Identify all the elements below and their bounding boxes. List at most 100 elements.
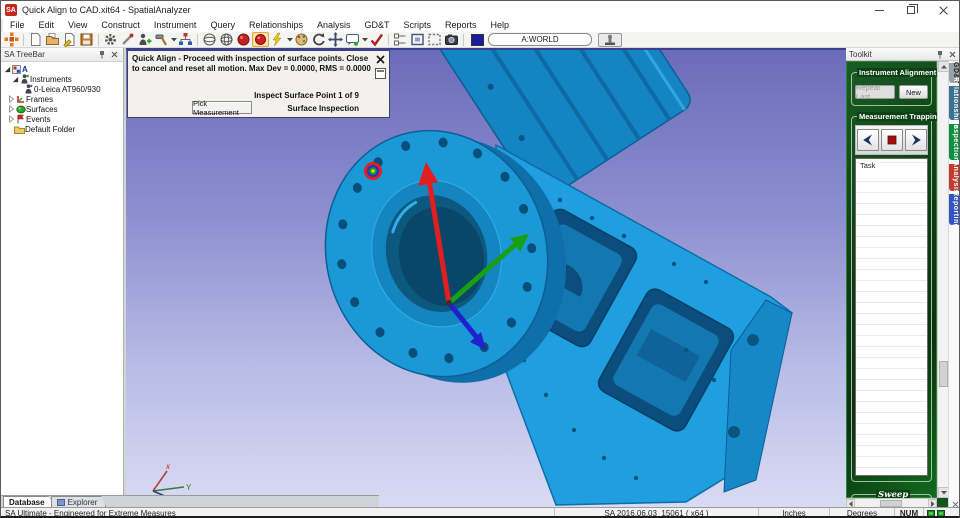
tab-database[interactable]: Database (3, 496, 54, 507)
toolbar-separator (98, 34, 99, 46)
add-instrument-button[interactable] (136, 32, 153, 47)
snapshot-camera-button[interactable] (443, 32, 460, 47)
next-measurement-button[interactable] (905, 129, 927, 151)
3d-viewport[interactable]: x Y Z Quick Align - Proceed with inspect… (126, 48, 846, 507)
new-file-icon (28, 32, 43, 47)
frames-icon (15, 95, 26, 104)
frame-selector[interactable]: A:WORLD (488, 33, 592, 46)
tree-item-frames[interactable]: Frames (1, 94, 123, 104)
menu-view[interactable]: View (61, 19, 94, 32)
wire-sphere-button[interactable] (201, 32, 218, 47)
tree-item-surfaces[interactable]: Surfaces (1, 104, 123, 114)
pan-view-button[interactable] (327, 32, 344, 47)
measure-point-button[interactable] (252, 32, 269, 47)
expander-expanded-icon[interactable] (3, 66, 11, 73)
callout-button[interactable] (344, 32, 361, 47)
tab-reporting[interactable]: Reporting (949, 194, 960, 225)
settings-button[interactable] (102, 32, 119, 47)
probe-tool-icon (120, 32, 135, 47)
menu-relationships[interactable]: Relationships (242, 19, 310, 32)
tab-explorer[interactable]: Explorer (51, 496, 107, 507)
pin-icon (98, 50, 106, 59)
tree-item-label: 0-Leica AT960/930 (34, 85, 101, 94)
pin-button[interactable] (934, 49, 945, 60)
import-file-icon (62, 32, 77, 47)
tab-inspection[interactable]: Inspection (949, 124, 960, 160)
menu-analysis[interactable]: Analysis (310, 19, 358, 32)
float-panel-button[interactable] (375, 68, 386, 79)
selection-box-icon (427, 32, 442, 47)
hierarchy-button[interactable] (177, 32, 194, 47)
measured-point-target (364, 162, 382, 180)
expander-expanded-icon[interactable] (11, 76, 19, 83)
toolbar-separator (388, 34, 389, 46)
tree-item-default-folder[interactable]: Default Folder (1, 124, 123, 134)
tree-item-instruments[interactable]: Instruments (1, 74, 123, 84)
tab-analysis[interactable]: Analysis (949, 164, 960, 191)
menu-scripts[interactable]: Scripts (397, 19, 439, 32)
user-options-button[interactable] (598, 33, 622, 47)
menu-reports[interactable]: Reports (438, 19, 484, 32)
open-file-button[interactable] (44, 32, 61, 47)
red-sphere-button[interactable] (235, 32, 252, 47)
sa-home-button[interactable] (3, 32, 20, 47)
close-button[interactable] (927, 1, 959, 19)
wire-globe-icon (219, 32, 234, 47)
expander-collapsed-icon[interactable] (7, 95, 15, 103)
minimize-button[interactable] (863, 1, 895, 19)
menu-help[interactable]: Help (484, 19, 517, 32)
menu-query[interactable]: Query (203, 19, 242, 32)
tree-item-events[interactable]: Events (1, 114, 123, 124)
verify-check-button[interactable] (368, 32, 385, 47)
quick-tools-dropdown[interactable] (286, 32, 293, 47)
save-file-button[interactable] (78, 32, 95, 47)
previous-measurement-button[interactable] (857, 129, 879, 151)
rotate-view-button[interactable] (310, 32, 327, 47)
build-tools-dropdown[interactable] (170, 32, 177, 47)
repeat-last-button[interactable]: Repeat Last (855, 85, 895, 99)
import-file-button[interactable] (61, 32, 78, 47)
new-file-button[interactable] (27, 32, 44, 47)
status-length-units[interactable]: Inches (758, 508, 829, 518)
right-tab-strip: GD&T Relationships Inspection Analysis R… (948, 61, 960, 507)
tree-item-a[interactable]: A (1, 64, 123, 74)
quick-tools-button[interactable] (269, 32, 286, 47)
close-icon (949, 51, 956, 58)
tree-toggle-button[interactable] (392, 32, 409, 47)
color-palette-button[interactable] (293, 32, 310, 47)
menu-instrument[interactable]: Instrument (147, 19, 204, 32)
expander-collapsed-icon[interactable] (7, 115, 15, 123)
task-list[interactable]: Task (855, 158, 928, 476)
menu-edit[interactable]: Edit (32, 19, 62, 32)
status-numlock: NUM (894, 508, 923, 518)
zoom-box-button[interactable] (409, 32, 426, 47)
callout-dropdown[interactable] (361, 32, 368, 47)
pin-button[interactable] (96, 49, 107, 60)
tab-relationships[interactable]: Relationships (949, 86, 960, 120)
toolkit-close-button[interactable] (947, 49, 958, 60)
build-tools-button[interactable] (153, 32, 170, 47)
selection-box-button[interactable] (426, 32, 443, 47)
new-alignment-button[interactable]: New (899, 85, 928, 99)
scroll-thumb[interactable] (939, 361, 948, 387)
tree-item-leica[interactable]: 0-Leica AT960/930 (1, 84, 123, 94)
inspection-mode-label: Surface Inspection (287, 104, 359, 113)
restore-button[interactable] (895, 1, 927, 19)
toolkit-horizontal-scrollbar[interactable] (846, 498, 937, 507)
menu-construct[interactable]: Construct (94, 19, 147, 32)
wire-globe-button[interactable] (218, 32, 235, 47)
dialog-close-button[interactable] (375, 54, 386, 65)
status-angle-units[interactable]: Degrees (829, 508, 894, 518)
toolkit-vertical-scrollbar[interactable] (937, 61, 948, 498)
scroll-thumb[interactable] (880, 500, 902, 507)
color-swatch[interactable] (471, 34, 484, 46)
probe-tool-button[interactable] (119, 32, 136, 47)
expander-collapsed-icon[interactable] (7, 105, 15, 113)
wire-sphere-icon (202, 32, 217, 47)
treebar-close-button[interactable] (109, 49, 120, 60)
group-title: Instrument Alignment (857, 68, 938, 77)
menu-gdt[interactable]: GD&T (358, 19, 397, 32)
pick-measurement-button[interactable]: Pick Measurement (192, 101, 252, 114)
menu-file[interactable]: File (3, 19, 32, 32)
stop-trapping-button[interactable] (881, 129, 903, 151)
